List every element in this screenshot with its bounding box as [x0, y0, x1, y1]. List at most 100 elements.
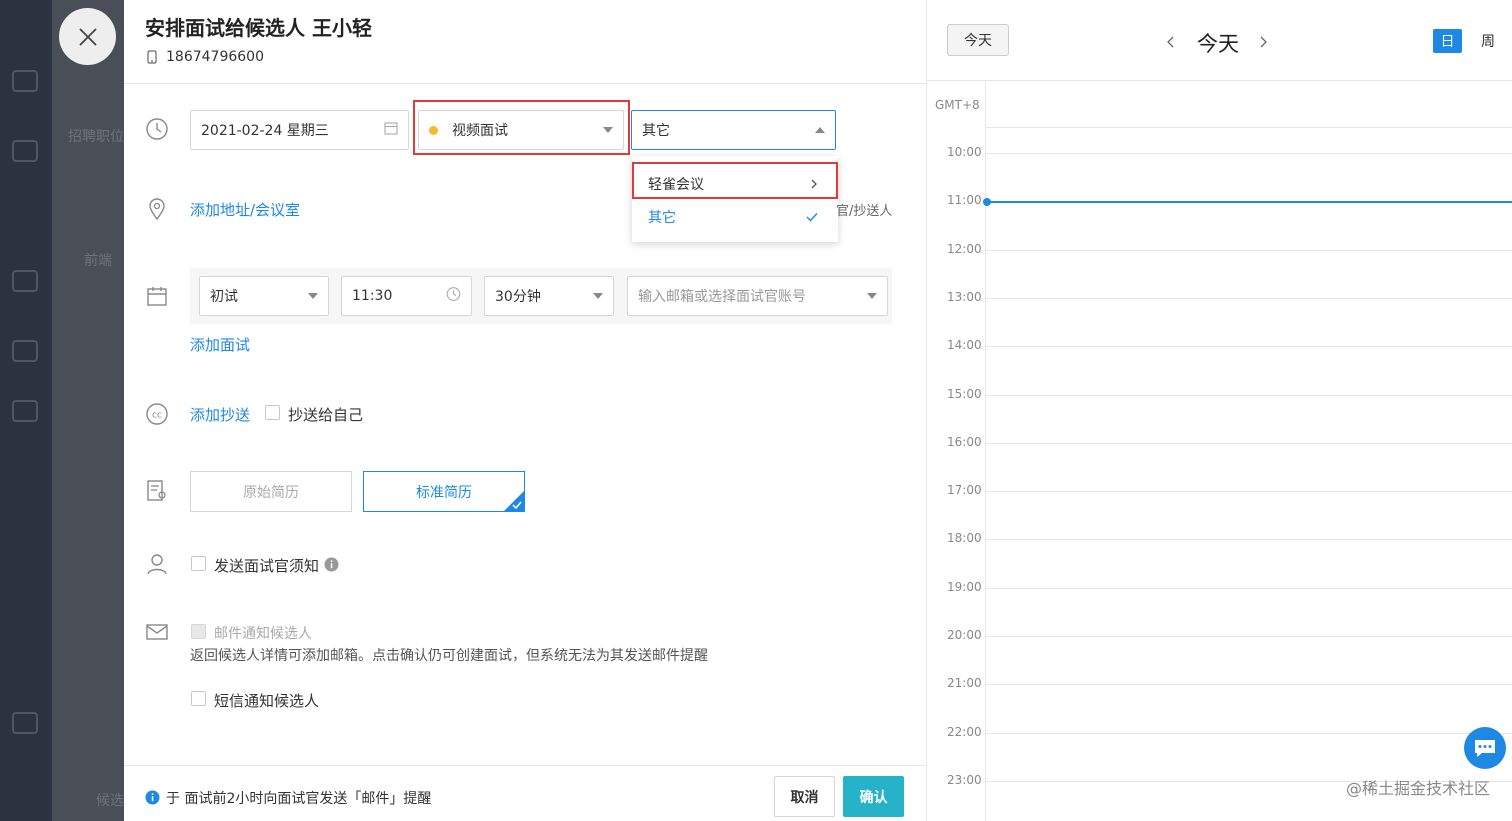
hour-line: [985, 298, 1512, 299]
calendar-time-gutter: [985, 80, 986, 821]
calendar-row-icon: [144, 283, 170, 309]
hour-label: 22:00: [947, 725, 982, 739]
prev-day-icon[interactable]: [1166, 35, 1176, 49]
add-cc-link[interactable]: 添加抄送: [190, 404, 250, 425]
time-picker[interactable]: 11:30: [341, 276, 472, 316]
standard-resume-label: 标准简历: [416, 484, 472, 501]
cancel-button[interactable]: 取消: [774, 776, 835, 817]
cancel-label: 取消: [790, 789, 819, 806]
hour-label: 21:00: [947, 676, 982, 690]
mode-status-dot: [429, 125, 438, 135]
hour-line: [985, 443, 1512, 444]
chat-button[interactable]: [1464, 727, 1506, 769]
hour-line: [985, 733, 1512, 734]
hour-line: [985, 684, 1512, 685]
interviewer-notice-label: 发送面试官须知: [214, 557, 320, 575]
current-day-label: 今天: [1197, 32, 1239, 56]
cc-self-label: 抄送给自己: [288, 406, 364, 424]
hour-label: 20:00: [947, 628, 982, 642]
interviewer-notice-checkbox[interactable]: [191, 556, 206, 571]
interview-mode-select[interactable]: 视频面试: [418, 110, 624, 150]
hour-line: [985, 636, 1512, 637]
allday-divider: [985, 127, 1512, 128]
today-button-label: 今天: [964, 33, 992, 49]
duration-select[interactable]: 30分钟: [484, 276, 614, 316]
original-resume-button[interactable]: 原始简历: [190, 471, 352, 512]
svg-text:cc: cc: [152, 411, 162, 421]
chevron-up-icon: [815, 127, 825, 133]
duration-value: 30分钟: [495, 289, 541, 305]
bg-nav-icon: [12, 70, 38, 92]
add-interview-link[interactable]: 添加面试: [190, 334, 250, 355]
email-candidate-checkbox: [191, 624, 206, 639]
email-hint-text: 返回候选人详情可添加邮箱。点击确认仍可创建面试，但系统无法为其发送邮件提醒: [190, 648, 708, 664]
dropdown-item-other[interactable]: 其它: [632, 201, 838, 233]
hour-line: [985, 588, 1512, 589]
platform-value: 其它: [642, 123, 670, 139]
date-picker[interactable]: 2021-02-24 星期三: [190, 110, 409, 150]
panel-header: 安排面试给候选人 王小轻 18674796600: [124, 0, 926, 84]
mode-value: 视频面试: [452, 123, 508, 139]
bg-nav-icon: [12, 340, 38, 362]
chevron-down-icon: [603, 127, 613, 133]
calendar-header-divider: [927, 80, 1512, 81]
hour-label: 13:00: [947, 290, 982, 304]
phone-number: 18674796600: [166, 49, 264, 65]
hour-label: 23:00: [947, 773, 982, 787]
check-icon: [806, 213, 818, 222]
hour-label: 19:00: [947, 580, 982, 594]
highlight-dropdown-item: [632, 162, 838, 199]
cc-self-checkbox[interactable]: [265, 405, 280, 420]
hour-line: [985, 491, 1512, 492]
person-icon: [144, 551, 170, 577]
time-value: 11:30: [352, 288, 393, 304]
sms-candidate-checkbox[interactable]: [191, 691, 206, 706]
schedule-interview-panel: 安排面试给候选人 王小轻 18674796600 2021-02-24 星期三 …: [124, 0, 926, 821]
confirm-button[interactable]: 确认: [843, 776, 904, 817]
calendar-panel: 今天 今天 日 周 GMT+8 10:00 11:00 12:00 13:00 14:0…: [926, 0, 1512, 821]
interviewer-select[interactable]: 输入邮箱或选择面试官账号: [627, 276, 888, 316]
bg-nav-icon: [12, 270, 38, 292]
add-address-link[interactable]: 添加地址/会议室: [190, 199, 300, 220]
bg-nav-icon: [12, 712, 38, 734]
hour-line: [985, 539, 1512, 540]
email-candidate-label: 邮件通知候选人: [214, 626, 312, 642]
clock-icon: [144, 116, 170, 142]
cc-hint-text: 官/抄送人: [836, 204, 893, 219]
sms-candidate-label: 短信通知候选人: [214, 692, 320, 710]
background-panel: 招聘职位 前端 候选: [52, 0, 124, 821]
timezone-label: GMT+8: [935, 98, 980, 112]
close-icon: [78, 27, 97, 46]
view-day-tab[interactable]: 日: [1433, 29, 1462, 53]
standard-resume-button[interactable]: 标准简历: [363, 471, 525, 512]
chat-icon: [1475, 740, 1495, 757]
original-resume-label: 原始简历: [243, 484, 299, 501]
bg-text: 候选: [96, 793, 124, 809]
meeting-platform-select[interactable]: 其它: [631, 110, 836, 150]
page-title: 安排面试给候选人 王小轻: [145, 16, 372, 40]
close-button[interactable]: [59, 8, 116, 65]
interviewer-placeholder: 输入邮箱或选择面试官账号: [638, 289, 806, 305]
background-sidebar: [0, 0, 52, 821]
hour-label: 11:00: [947, 193, 982, 207]
phone-icon: [147, 50, 157, 64]
confirm-label: 确认: [859, 789, 888, 806]
next-day-icon[interactable]: [1258, 35, 1268, 49]
hour-label: 15:00: [947, 387, 982, 401]
bg-text: 前端: [84, 253, 112, 269]
round-select[interactable]: 初试: [199, 276, 329, 316]
hour-label: 14:00: [947, 338, 982, 352]
hour-label: 12:00: [947, 242, 982, 256]
chevron-down-icon: [593, 293, 603, 299]
calendar-icon: [384, 121, 398, 139]
hour-line: [985, 346, 1512, 347]
today-button[interactable]: 今天: [947, 24, 1009, 56]
info-icon[interactable]: [324, 557, 339, 572]
view-week-tab[interactable]: 周: [1473, 29, 1503, 53]
chevron-down-icon: [308, 293, 318, 299]
view-day-label: 日: [1440, 34, 1455, 50]
location-icon: [144, 196, 170, 222]
hour-label: 17:00: [947, 483, 982, 497]
bg-text: 招聘职位: [68, 129, 124, 145]
hour-label: 16:00: [947, 435, 982, 449]
